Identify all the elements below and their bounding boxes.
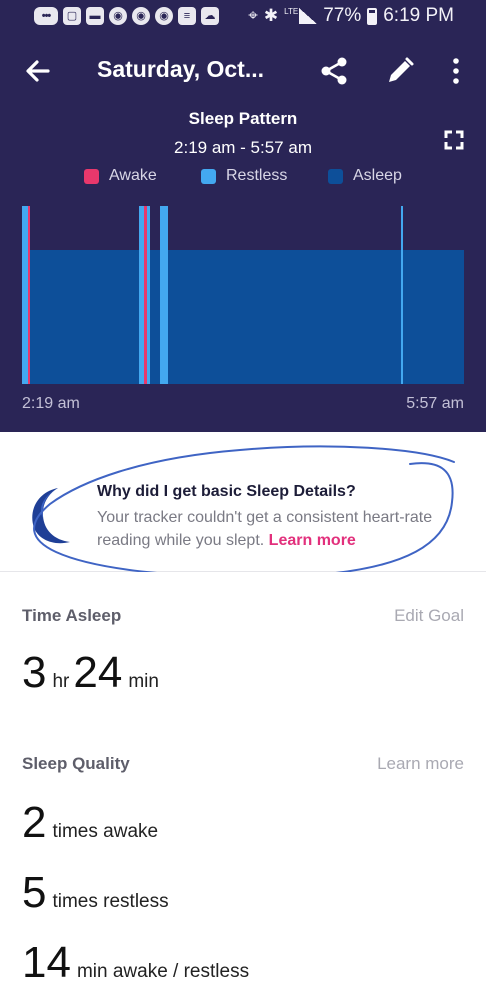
- times-awake-label: times awake: [52, 821, 159, 842]
- chart-title: Sleep Pattern: [188, 109, 298, 128]
- clock: 6:19 PM: [383, 5, 454, 26]
- chart-axis-end: 5:57 am: [406, 395, 464, 412]
- sleep-quality-learn-more-link[interactable]: Learn more: [377, 754, 464, 774]
- min-awake-restless-value: 14: [22, 938, 71, 987]
- chrome-icon: ◉: [109, 7, 127, 25]
- min-awake-restless-row: 14 min awake / restless: [22, 938, 253, 988]
- cast-icon: ≡: [178, 7, 196, 25]
- page-title: Saturday, Oct...: [97, 56, 265, 82]
- bluetooth-icon: ✱: [263, 6, 279, 25]
- time-asleep-heading: Time Asleep: [22, 606, 122, 625]
- legend-label-awake: Awake: [109, 167, 157, 184]
- hours-value: 3: [22, 648, 47, 697]
- minutes-unit: min: [128, 671, 159, 692]
- status-right: ⌖ ✱ LTE 77% 6:19 PM: [248, 5, 454, 27]
- minutes-value: 24: [73, 648, 123, 697]
- tip-body-text: Your tracker couldn't get a consistent h…: [97, 509, 433, 549]
- back-arrow-icon[interactable]: [22, 55, 54, 87]
- min-awake-restless-label: min awake / restless: [76, 961, 250, 982]
- cloud-upload-icon: ☁: [201, 7, 219, 25]
- moon-icon: [32, 488, 70, 544]
- chat-icon: ▬: [86, 7, 104, 25]
- legend-swatch-restless: [201, 168, 216, 184]
- tip-body: Your tracker couldn't get a consistent h…: [97, 506, 467, 552]
- hours-unit: hr: [52, 671, 70, 692]
- restless-bar: [22, 206, 29, 384]
- messages-icon: •••: [34, 7, 58, 25]
- share-icon[interactable]: [318, 55, 350, 87]
- basic-sleep-tip: Why did I get basic Sleep Details? Your …: [0, 432, 486, 572]
- chart-legend: Awake Restless Asleep: [0, 167, 486, 189]
- chart-axis-start: 2:19 am: [22, 395, 80, 412]
- toolbar: Saturday, Oct...: [0, 45, 486, 97]
- tip-heading: Why did I get basic Sleep Details?: [97, 483, 356, 500]
- battery-icon: [367, 7, 378, 25]
- chrome-icon: ◉: [155, 7, 173, 25]
- location-icon: ⌖: [248, 6, 258, 25]
- network-label: LTE: [284, 6, 299, 16]
- battery-percent: 77%: [323, 5, 362, 26]
- legend-label-asleep: Asleep: [353, 167, 402, 184]
- notification-icons: ••• ▢ ▬ ◉ ◉ ◉ ≡ ☁: [34, 7, 219, 25]
- shopping-bag-icon: ▢: [63, 7, 81, 25]
- asleep-block: [22, 250, 464, 384]
- legend-swatch-asleep: [328, 168, 343, 184]
- edit-pencil-icon[interactable]: [384, 55, 416, 87]
- awake-bar: [144, 206, 147, 384]
- status-bar: ••• ▢ ▬ ◉ ◉ ◉ ≡ ☁ ⌖ ✱ LTE 77% 6:19 PM: [0, 0, 486, 34]
- legend-restless: Restless: [201, 167, 287, 185]
- chrome-icon: ◉: [132, 7, 150, 25]
- chart-time-range: 2:19 am - 5:57 am: [174, 138, 312, 157]
- restless-bar: [160, 206, 168, 384]
- overflow-menu-icon[interactable]: [440, 55, 472, 87]
- times-awake-row: 2 times awake: [22, 798, 162, 848]
- legend-awake: Awake: [84, 167, 157, 185]
- awake-bar: [28, 206, 30, 384]
- legend-asleep: Asleep: [328, 167, 402, 185]
- tip-learn-more-link[interactable]: Learn more: [269, 532, 356, 549]
- times-restless-row: 5 times restless: [22, 868, 173, 918]
- edit-goal-link[interactable]: Edit Goal: [394, 606, 464, 626]
- restless-bar: [401, 206, 403, 384]
- time-asleep-value: 3 hr 24 min: [22, 648, 163, 698]
- legend-swatch-awake: [84, 168, 99, 184]
- sleep-pattern-chart: [22, 206, 464, 384]
- times-restless-label: times restless: [52, 891, 169, 912]
- signal-icon: [299, 8, 318, 24]
- fullscreen-expand-icon[interactable]: [444, 130, 464, 150]
- times-restless-value: 5: [22, 868, 47, 917]
- sleep-header: ••• ▢ ▬ ◉ ◉ ◉ ≡ ☁ ⌖ ✱ LTE 77% 6:19 PM Sa…: [0, 0, 486, 432]
- sleep-quality-heading: Sleep Quality: [22, 754, 130, 773]
- times-awake-value: 2: [22, 798, 47, 847]
- legend-label-restless: Restless: [226, 167, 288, 184]
